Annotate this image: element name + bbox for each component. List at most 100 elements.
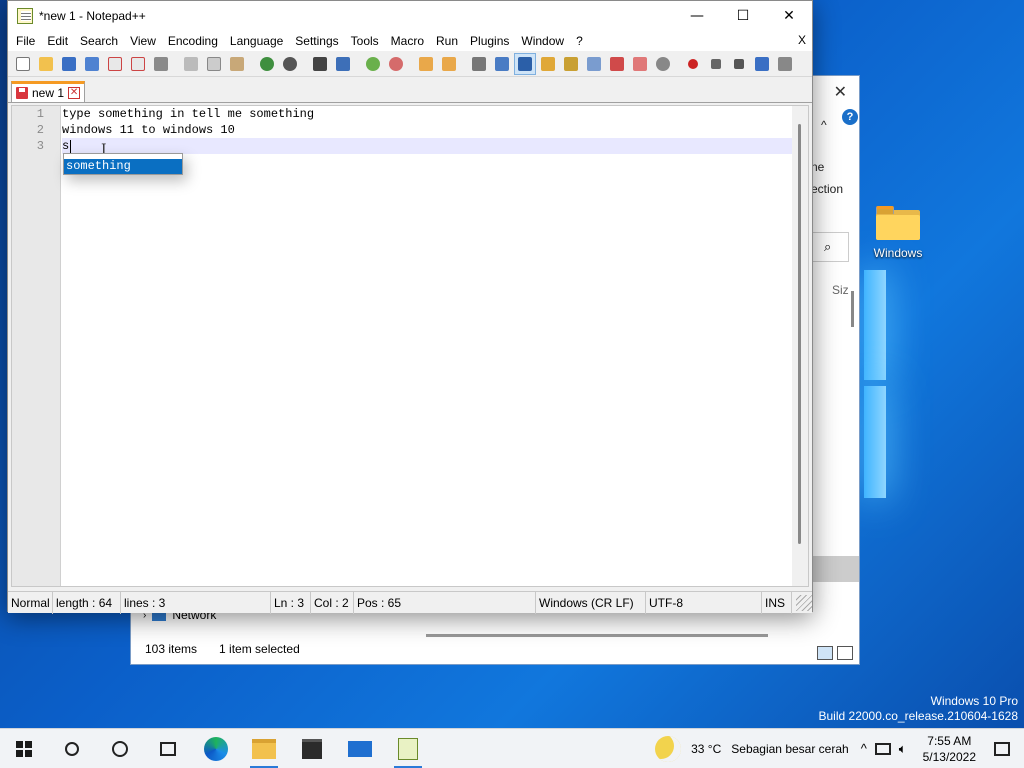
menu-window[interactable]: Window — [515, 34, 570, 48]
notification-center-icon[interactable] — [994, 741, 1010, 756]
sync-v-icon[interactable] — [415, 53, 437, 75]
autocomplete-item-selected[interactable]: something — [64, 159, 182, 174]
notepad-app-icon — [17, 8, 33, 24]
explorer-scrollbar[interactable] — [851, 291, 854, 327]
replace-icon[interactable] — [332, 53, 354, 75]
copy-icon[interactable] — [203, 53, 225, 75]
search-button[interactable] — [48, 729, 96, 768]
details-view-icon[interactable] — [817, 646, 833, 660]
taskbar-file-explorer[interactable] — [240, 729, 288, 768]
text-editor[interactable]: 1 2 3 type something in tell me somethin… — [11, 105, 809, 587]
menu-macro[interactable]: Macro — [385, 34, 430, 48]
close-all-icon[interactable] — [127, 53, 149, 75]
volume-icon[interactable]: 🔈︎ — [899, 741, 907, 757]
clock[interactable]: 7:55 AM 5/13/2022 — [923, 733, 976, 765]
stop-record-icon[interactable] — [705, 53, 727, 75]
save-icon[interactable] — [58, 53, 80, 75]
menu-run[interactable]: Run — [430, 34, 464, 48]
status-insert-mode[interactable]: INS — [762, 591, 792, 614]
status-ln: Ln : 3 — [271, 591, 311, 614]
udl-icon[interactable] — [537, 53, 559, 75]
new-file-icon[interactable] — [12, 53, 34, 75]
undo-icon[interactable] — [256, 53, 278, 75]
zoom-out-icon[interactable] — [385, 53, 407, 75]
menu-help[interactable]: ? — [570, 34, 589, 48]
explorer-chevron-up-icon[interactable]: ^ — [821, 118, 827, 132]
windows-build-watermark: Windows 10 Pro Build 22000.co_release.21… — [819, 694, 1019, 724]
function-list-icon[interactable] — [583, 53, 605, 75]
menu-encoding[interactable]: Encoding — [162, 34, 224, 48]
view-toggle[interactable] — [817, 646, 853, 660]
find-icon[interactable] — [309, 53, 331, 75]
editor-vertical-scrollbar[interactable] — [792, 106, 808, 586]
large-icons-view-icon[interactable] — [837, 646, 853, 660]
menu-settings[interactable]: Settings — [289, 34, 344, 48]
close-icon[interactable] — [104, 53, 126, 75]
weather-moon-icon[interactable] — [655, 735, 682, 762]
line-number: 1 — [36, 107, 44, 121]
desktop-icon-windows-folder[interactable]: Windows — [866, 206, 930, 260]
word-wrap-icon[interactable] — [468, 53, 490, 75]
title-bar[interactable]: *new 1 - Notepad++ — ☐ ✕ — [8, 1, 812, 31]
tab-new-1[interactable]: new 1 ✕ — [11, 81, 86, 102]
cloud-icon[interactable] — [652, 53, 674, 75]
menu-view[interactable]: View — [124, 34, 162, 48]
scrollbar-thumb[interactable] — [798, 124, 801, 544]
weather-temp[interactable]: 33 °C — [691, 742, 721, 756]
notepad-plus-plus-window[interactable]: *new 1 - Notepad++ — ☐ ✕ File Edit Searc… — [7, 0, 813, 614]
record-macro-icon[interactable] — [682, 53, 704, 75]
taskbar-store[interactable] — [288, 729, 336, 768]
save-all-icon[interactable] — [81, 53, 103, 75]
maximize-button[interactable]: ☐ — [720, 1, 766, 31]
cut-icon[interactable] — [180, 53, 202, 75]
autocomplete-popup[interactable]: something — [63, 153, 183, 175]
explorer-search-box[interactable]: ⌕ — [811, 232, 849, 262]
close-button[interactable]: ✕ — [766, 1, 812, 31]
menu-search[interactable]: Search — [74, 34, 124, 48]
menu-plugins[interactable]: Plugins — [464, 34, 515, 48]
monitor-icon[interactable] — [629, 53, 651, 75]
code-line-3[interactable]: s — [62, 138, 69, 154]
explorer-status-bar: 103 items 1 item selected — [131, 634, 859, 664]
show-hidden-icons-chevron-icon[interactable]: ^ — [861, 741, 867, 756]
text-caret — [70, 140, 71, 153]
column-header-size[interactable]: Siz — [832, 283, 849, 297]
weather-description[interactable]: Sebagian besar cerah — [731, 742, 848, 756]
play-macro-icon[interactable] — [728, 53, 750, 75]
taskbar-notepad-plus-plus[interactable] — [384, 729, 432, 768]
redo-icon[interactable] — [279, 53, 301, 75]
task-view-button[interactable] — [144, 729, 192, 768]
clock-time: 7:55 AM — [927, 733, 972, 748]
network-tray-icon[interactable] — [874, 742, 891, 755]
status-eol[interactable]: Windows (CR LF) — [536, 591, 646, 614]
paste-icon[interactable] — [226, 53, 248, 75]
sync-h-icon[interactable] — [438, 53, 460, 75]
zoom-in-icon[interactable] — [362, 53, 384, 75]
resize-grip-icon[interactable] — [796, 594, 812, 611]
start-button[interactable] — [0, 729, 48, 768]
status-encoding[interactable]: UTF-8 — [646, 591, 762, 614]
close-document-button[interactable]: X — [798, 33, 806, 47]
minimize-button[interactable]: — — [674, 1, 720, 31]
menu-file[interactable]: File — [10, 34, 41, 48]
open-file-icon[interactable] — [35, 53, 57, 75]
run-macro-multiple-icon[interactable] — [751, 53, 773, 75]
menu-edit[interactable]: Edit — [41, 34, 74, 48]
explorer-close-icon[interactable]: ✕ — [834, 82, 847, 102]
print-icon[interactable] — [150, 53, 172, 75]
taskbar-mail[interactable] — [336, 729, 384, 768]
code-line-2[interactable]: windows 11 to windows 10 — [62, 122, 235, 138]
tab-close-icon[interactable]: ✕ — [68, 87, 81, 99]
show-all-chars-icon[interactable] — [491, 53, 513, 75]
menu-language[interactable]: Language — [224, 34, 289, 48]
status-bar: Normal length : 64 lines : 3 Ln : 3 Col … — [8, 591, 812, 614]
save-macro-icon[interactable] — [774, 53, 796, 75]
taskbar-edge[interactable] — [192, 729, 240, 768]
indent-guide-icon[interactable] — [514, 52, 536, 75]
doc-map-icon[interactable] — [560, 53, 582, 75]
menu-tools[interactable]: Tools — [345, 34, 385, 48]
folder-workspace-icon[interactable] — [606, 53, 628, 75]
help-icon[interactable]: ? — [842, 109, 858, 125]
code-line-1[interactable]: type something in tell me something — [62, 106, 314, 122]
cortana-button[interactable] — [96, 729, 144, 768]
